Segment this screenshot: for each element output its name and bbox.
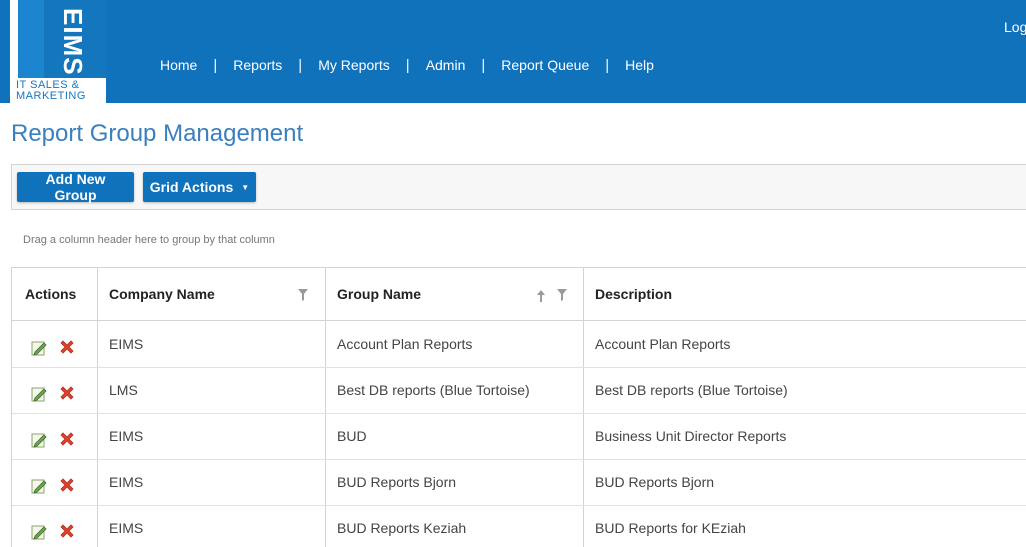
- nav-separator: |: [213, 56, 218, 74]
- table-row[interactable]: LMS Best DB reports (Blue Tortoise) Best…: [12, 367, 1026, 414]
- top-navigation-bar: EIMS IT SALES & MARKETING Home | Reports…: [0, 0, 1026, 103]
- delete-icon[interactable]: [58, 522, 76, 540]
- company-name-cell: EIMS: [109, 428, 144, 444]
- delete-icon[interactable]: [58, 430, 76, 448]
- company-name-cell: EIMS: [109, 336, 144, 352]
- group-by-hint[interactable]: Drag a column header here to group by th…: [23, 234, 275, 246]
- nav-separator: |: [605, 56, 610, 74]
- logo-subtitle: IT SALES & MARKETING: [16, 80, 108, 102]
- eims-logo[interactable]: EIMS IT SALES & MARKETING: [10, 0, 106, 103]
- nav-report-queue[interactable]: Report Queue: [501, 57, 589, 73]
- delete-icon[interactable]: [58, 384, 76, 402]
- table-row[interactable]: EIMS BUD Reports Bjorn BUD Reports Bjorn: [12, 459, 1026, 506]
- nav-separator: |: [481, 56, 486, 74]
- description-cell: Account Plan Reports: [595, 336, 731, 352]
- grid-toolbar: Add New Group Grid Actions ▼: [11, 164, 1026, 210]
- description-cell: BUD Reports for KEziah: [595, 520, 746, 536]
- description-cell: Business Unit Director Reports: [595, 428, 787, 444]
- grid-actions-label: Grid Actions: [149, 179, 234, 195]
- table-row[interactable]: EIMS BUD Reports Keziah BUD Reports for …: [12, 505, 1026, 547]
- logo-subtitle-line2: MARKETING: [16, 90, 86, 102]
- caret-down-icon: ▼: [241, 182, 250, 192]
- group-name-cell: Best DB reports (Blue Tortoise): [337, 382, 530, 398]
- nav-reports[interactable]: Reports: [233, 57, 282, 73]
- company-name-cell: LMS: [109, 382, 138, 398]
- login-link[interactable]: Log: [1004, 19, 1026, 35]
- filter-icon[interactable]: [557, 289, 567, 301]
- edit-icon[interactable]: [31, 386, 47, 402]
- nav-separator: |: [405, 56, 410, 74]
- report-group-grid: Actions Company Name Group Name Descript…: [11, 267, 1026, 547]
- grid-header: Actions Company Name Group Name Descript…: [12, 268, 1026, 321]
- logo-band: [18, 0, 44, 78]
- company-name-cell: EIMS: [109, 520, 144, 536]
- nav-my-reports[interactable]: My Reports: [318, 57, 390, 73]
- delete-icon[interactable]: [58, 338, 76, 356]
- description-cell: Best DB reports (Blue Tortoise): [595, 382, 788, 398]
- table-row[interactable]: EIMS Account Plan Reports Account Plan R…: [12, 321, 1026, 368]
- edit-icon[interactable]: [31, 340, 47, 356]
- group-name-cell: BUD Reports Bjorn: [337, 474, 457, 490]
- page-title: Report Group Management: [11, 120, 304, 147]
- sort-ascending-icon[interactable]: [536, 289, 546, 303]
- description-cell: BUD Reports Bjorn: [595, 474, 715, 490]
- column-header-group-name[interactable]: Group Name: [337, 268, 421, 320]
- table-row[interactable]: EIMS BUD Business Unit Director Reports: [12, 413, 1026, 460]
- column-header-company-name[interactable]: Company Name: [109, 268, 215, 320]
- nav-separator: |: [298, 56, 303, 74]
- logo-text: EIMS: [58, 8, 88, 76]
- filter-icon[interactable]: [298, 289, 308, 301]
- add-new-group-button[interactable]: Add New Group: [17, 171, 134, 203]
- column-header-description[interactable]: Description: [595, 268, 672, 320]
- add-new-group-label: Add New Group: [45, 171, 106, 203]
- group-name-cell: Account Plan Reports: [337, 336, 473, 352]
- nav-help[interactable]: Help: [625, 57, 654, 73]
- edit-icon[interactable]: [31, 432, 47, 448]
- nav-admin[interactable]: Admin: [426, 57, 466, 73]
- group-name-cell: BUD Reports Keziah: [337, 520, 467, 536]
- column-header-actions: Actions: [25, 286, 77, 302]
- company-name-cell: EIMS: [109, 474, 144, 490]
- group-name-cell: BUD: [337, 428, 367, 444]
- edit-icon[interactable]: [31, 478, 47, 494]
- main-nav: Home | Reports | My Reports | Admin | Re…: [160, 54, 654, 76]
- edit-icon[interactable]: [31, 524, 47, 540]
- delete-icon[interactable]: [58, 476, 76, 494]
- nav-home[interactable]: Home: [160, 57, 197, 73]
- grid-actions-button[interactable]: Grid Actions ▼: [143, 172, 256, 202]
